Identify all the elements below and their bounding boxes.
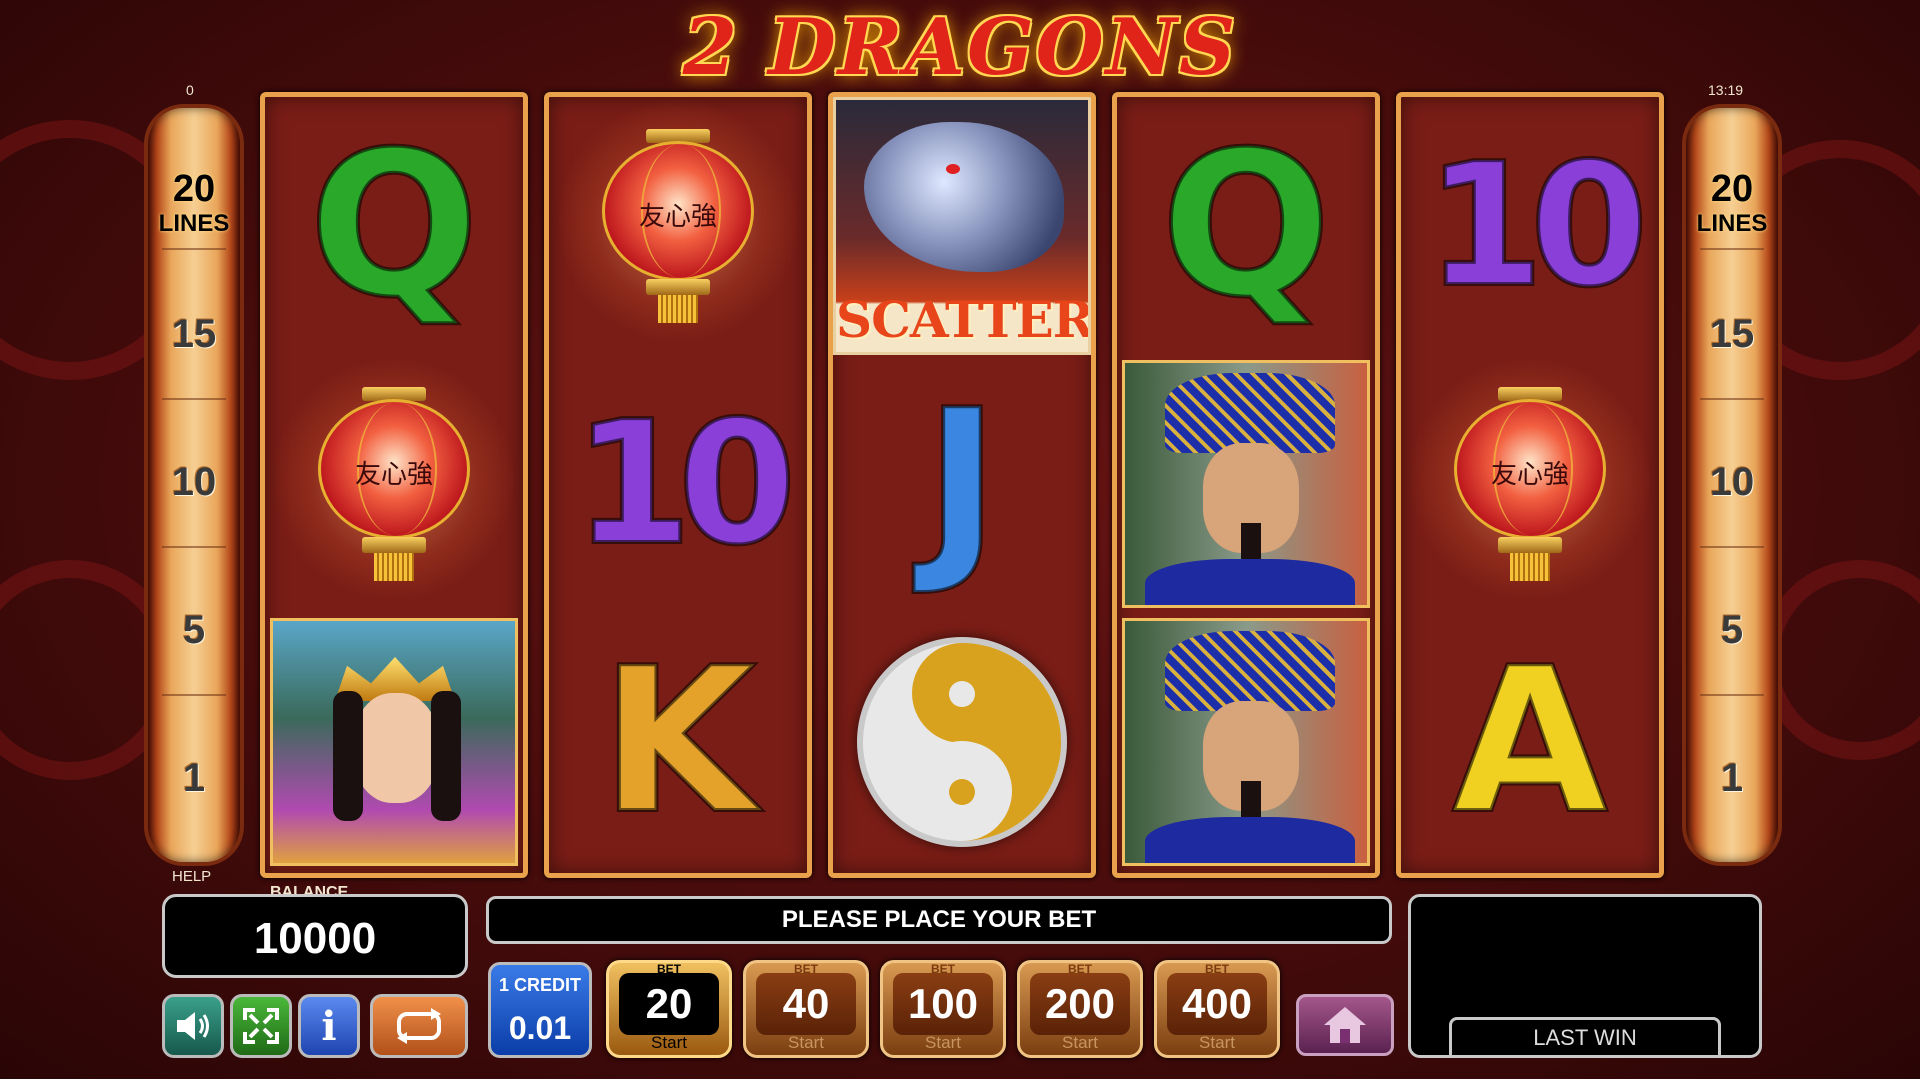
lines-count: 20 (172, 168, 216, 210)
symbol-yin-yang (833, 613, 1091, 871)
symbol-10-text: 10 (572, 385, 799, 583)
symbol-lantern: 友心強 (549, 97, 807, 355)
divider (162, 398, 226, 400)
line-marker-15[interactable]: 15 (1686, 312, 1778, 357)
symbol-10: 10 (1401, 97, 1659, 355)
empress-portrait-icon (270, 618, 518, 866)
symbol-k: K (549, 613, 807, 871)
symbol-j: J (833, 355, 1091, 613)
reel-1: Q 友心強 (260, 92, 528, 878)
autoplay-icon (397, 1008, 441, 1044)
speaker-icon (177, 1012, 209, 1040)
home-button[interactable] (1296, 994, 1394, 1056)
reel-5: 10 友心強 A (1396, 92, 1664, 878)
lines-indicator-right: 20 LINES 15 10 5 1 (1682, 104, 1782, 866)
last-win-label: LAST WIN (1449, 1017, 1721, 1055)
balance-display: 10000 (162, 894, 468, 978)
bet-start-label: Start (788, 1033, 824, 1052)
info-icon: i (321, 1002, 337, 1050)
bet-button-20[interactable]: BET 20 Start (606, 960, 732, 1058)
clock: 13:19 (1708, 82, 1744, 98)
line-marker-1[interactable]: 1 (1686, 756, 1778, 801)
autoplay-button[interactable] (370, 994, 468, 1058)
symbol-10-text: 10 (1424, 127, 1651, 325)
symbol-a: A (1401, 613, 1659, 871)
bet-start-label: Start (925, 1033, 961, 1052)
bet-start-label: Start (1199, 1033, 1235, 1052)
divider (1700, 694, 1764, 696)
emperor-portrait-icon (1122, 618, 1370, 866)
lantern-icon: 友心強 (558, 101, 798, 341)
win-display: LAST WIN (1408, 894, 1762, 1058)
lines-count: 20 (1710, 168, 1754, 210)
bet-value: 20 (619, 973, 719, 1035)
scatter-text: SCATTER (836, 290, 1091, 349)
bet-button-40[interactable]: BET 40 Start (743, 960, 869, 1058)
lines-label: LINES (158, 210, 230, 237)
bet-value: 40 (756, 973, 856, 1035)
lantern-glyph: 友心強 (354, 460, 433, 490)
lantern-icon: 友心強 (274, 359, 514, 599)
divider (162, 248, 226, 250)
lantern-glyph: 友心強 (1490, 460, 1569, 490)
lantern-glyph: 友心強 (638, 202, 717, 232)
fullscreen-button[interactable] (230, 994, 292, 1058)
status-message: PLEASE PLACE YOUR BET (486, 896, 1392, 944)
line-marker-15[interactable]: 15 (148, 312, 240, 357)
symbol-empress (265, 613, 523, 871)
emperor-portrait-icon (1122, 360, 1370, 608)
bet-start-label: Start (651, 1033, 687, 1052)
credit-value: 0.01 (508, 1010, 572, 1046)
lines-label: LINES (1696, 210, 1768, 237)
symbol-emperor (1117, 355, 1375, 613)
divider (162, 546, 226, 548)
help-link[interactable]: HELP (172, 868, 211, 885)
bet-button-200[interactable]: BET 200 Start (1017, 960, 1143, 1058)
bet-value: 200 (1030, 973, 1130, 1035)
sound-button[interactable] (162, 994, 224, 1058)
home-icon (1324, 1007, 1366, 1043)
bet-value: 400 (1167, 973, 1267, 1035)
fullscreen-icon (243, 1008, 279, 1044)
bet-value: 100 (893, 973, 993, 1035)
symbol-q: Q (265, 97, 523, 355)
symbol-q: Q (1117, 97, 1375, 355)
line-marker-5[interactable]: 5 (1686, 608, 1778, 653)
bet-start-label: Start (1062, 1033, 1098, 1052)
line-marker-10[interactable]: 10 (148, 460, 240, 505)
divider (1700, 546, 1764, 548)
reel-2: 友心強 10 K (544, 92, 812, 878)
credits-counter: 0 (186, 82, 194, 98)
credit-value-button[interactable]: 1 CREDIT 0.01 (488, 962, 592, 1058)
divider (1700, 248, 1764, 250)
bet-button-100[interactable]: BET 100 Start (880, 960, 1006, 1058)
symbol-k-letter: K (599, 625, 758, 858)
game-title: 2 DRAGONS (682, 2, 1238, 93)
line-marker-1[interactable]: 1 (148, 756, 240, 801)
line-marker-5[interactable]: 5 (148, 608, 240, 653)
line-marker-10[interactable]: 10 (1686, 460, 1778, 505)
symbol-q-letter: Q (1159, 109, 1333, 342)
dragon-scatter-icon: SCATTER (833, 97, 1091, 355)
reel-3: SCATTER J (828, 92, 1096, 878)
symbol-10: 10 (549, 355, 807, 613)
yin-yang-icon (857, 637, 1067, 847)
symbol-scatter: SCATTER (833, 97, 1091, 355)
symbol-j-letter: J (923, 367, 1001, 600)
divider (162, 694, 226, 696)
info-button[interactable]: i (298, 994, 360, 1058)
symbol-lantern: 友心強 (265, 355, 523, 613)
symbol-lantern: 友心強 (1401, 355, 1659, 613)
symbol-emperor (1117, 613, 1375, 871)
reel-4: Q (1112, 92, 1380, 878)
divider (1700, 398, 1764, 400)
symbol-q-letter: Q (307, 109, 481, 342)
symbol-a-letter: A (1451, 625, 1610, 858)
background-swirl (1760, 560, 1920, 760)
credit-label: 1 CREDIT (498, 975, 581, 995)
bet-button-400[interactable]: BET 400 Start (1154, 960, 1280, 1058)
lines-indicator-left: 20 LINES 15 10 5 1 (144, 104, 244, 866)
lantern-icon: 友心強 (1410, 359, 1650, 599)
